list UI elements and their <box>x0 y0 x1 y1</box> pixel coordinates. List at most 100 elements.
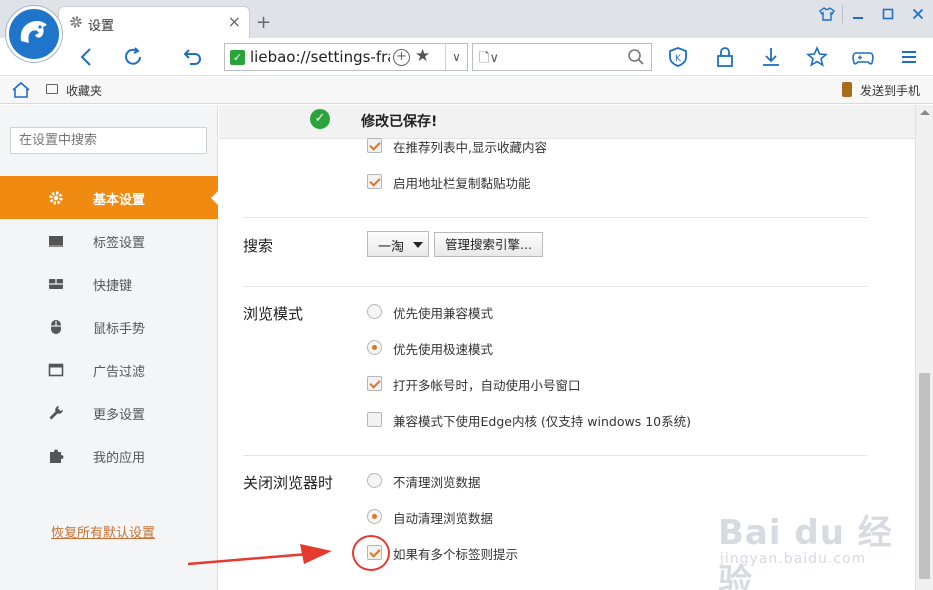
search-box[interactable]: 🗋∨ <box>472 43 652 71</box>
gear-icon <box>70 16 82 28</box>
new-tab-button[interactable]: + <box>256 12 271 33</box>
chevron-down-icon[interactable]: ∨ <box>445 44 467 70</box>
download-icon[interactable] <box>760 46 782 68</box>
sidebar-item-label: 广告过滤 <box>93 365 146 380</box>
radio-button[interactable] <box>367 340 382 355</box>
checkbox[interactable] <box>367 412 382 427</box>
menu-icon[interactable] <box>898 46 920 68</box>
sidebar-item-label: 标签设置 <box>93 236 146 251</box>
radio-button[interactable] <box>367 304 382 319</box>
tab-settings[interactable]: 设置 × <box>58 6 250 38</box>
sidebar-item-more-settings[interactable]: 更多设置 <box>0 391 218 434</box>
gear-icon <box>49 191 63 205</box>
add-icon[interactable]: + <box>393 49 410 66</box>
sidebar-item-shortcuts[interactable]: 快捷键 <box>0 262 218 305</box>
annotation-arrow-icon <box>187 544 332 566</box>
cheetah-logo-icon <box>20 21 47 43</box>
radio-button[interactable] <box>367 509 382 524</box>
home-icon[interactable] <box>11 81 31 99</box>
search-icon[interactable] <box>627 48 645 66</box>
back-icon[interactable] <box>76 46 98 68</box>
minimize-icon <box>853 17 863 19</box>
maximize-icon <box>882 8 894 20</box>
option-label: 优先使用极速模式 <box>393 342 494 357</box>
maximize-button[interactable] <box>873 0 903 28</box>
close-icon <box>912 8 924 20</box>
option-label: 如果有多个标签则提示 <box>393 547 519 562</box>
shirt-icon <box>819 7 835 21</box>
lock-icon[interactable] <box>714 46 736 68</box>
sidebar-item-ad-filter[interactable]: 广告过滤 <box>0 348 218 391</box>
refresh-icon[interactable] <box>122 46 144 68</box>
search-engine-select[interactable]: 一淘 <box>367 231 429 257</box>
section-title-on-close: 关闭浏览器时 <box>243 474 334 492</box>
divider <box>243 286 867 287</box>
favorite-star-icon[interactable] <box>806 46 828 68</box>
watermark-sub-text: jingyan.baidu.com <box>720 551 867 567</box>
send-to-phone-link[interactable]: 发送到手机 <box>860 82 920 99</box>
puzzle-icon <box>50 449 64 463</box>
settings-search-input[interactable] <box>10 127 207 154</box>
navigation-bar: ✓ liebao://settings-frame/ + ★ ∨ 🗋∨ K <box>0 38 933 76</box>
bookmarks-folder[interactable]: 收藏夹 <box>66 82 102 99</box>
folder-icon <box>46 84 58 94</box>
window-controls <box>812 0 933 30</box>
address-text[interactable]: liebao://settings-frame/ <box>250 48 390 66</box>
window-icon <box>48 363 64 377</box>
checkbox[interactable] <box>367 138 382 153</box>
reset-defaults-link[interactable]: 恢复所有默认设置 <box>51 522 155 541</box>
divider <box>243 455 867 456</box>
skin-button[interactable] <box>812 0 842 28</box>
tab-title: 设置 <box>88 19 115 34</box>
divider <box>243 217 867 218</box>
scrollbar-thumb[interactable] <box>919 373 930 579</box>
wrench-icon <box>49 406 63 420</box>
option-label: 兼容模式下使用Edge内核 (仅支持 windows 10系统) <box>393 414 691 429</box>
svg-text:K: K <box>675 54 682 64</box>
baidu-watermark: Bai du 经验 jingyan.baidu.com <box>718 505 918 590</box>
saved-notification: ✓ 修改已保存! <box>219 105 915 139</box>
address-bar[interactable]: ✓ liebao://settings-frame/ + ★ ∨ <box>224 43 468 71</box>
saved-message: 修改已保存! <box>361 114 438 130</box>
mouse-icon <box>51 320 61 334</box>
sidebar-item-my-apps[interactable]: 我的应用 <box>0 434 218 477</box>
sidebar-item-tabs[interactable]: 标签设置 <box>0 219 218 262</box>
close-window-button[interactable] <box>903 0 933 28</box>
annotation-circle <box>352 535 390 571</box>
sidebar-item-label: 更多设置 <box>93 408 146 423</box>
sidebar-item-mouse-gestures[interactable]: 鼠标手势 <box>0 305 218 348</box>
title-bar: 设置 × + <box>0 0 933 38</box>
minimize-button[interactable] <box>843 0 873 28</box>
search-engine-icon[interactable]: 🗋∨ <box>479 49 499 71</box>
phone-icon <box>842 82 852 97</box>
sidebar-item-label: 基本设置 <box>93 193 146 208</box>
secure-check-icon: ✓ <box>230 50 245 65</box>
manage-search-engines-button[interactable]: 管理搜索引擎... <box>434 232 543 257</box>
section-title-browse-mode: 浏览模式 <box>243 305 304 323</box>
option-label: 打开多帐号时，自动使用小号窗口 <box>393 378 581 393</box>
gamepad-icon[interactable] <box>852 46 874 68</box>
radio-button[interactable] <box>367 473 382 488</box>
undo-icon[interactable] <box>182 46 204 68</box>
bookmark-bar: 收藏夹 发送到手机 <box>0 77 933 104</box>
watermark-main-text: Bai du 经验 <box>718 513 893 590</box>
option-label: 启用地址栏复制黏贴功能 <box>393 176 531 191</box>
success-check-icon: ✓ <box>310 109 330 129</box>
sidebar-item-label: 快捷键 <box>93 279 133 294</box>
scroll-up-arrow-icon[interactable] <box>920 110 930 115</box>
option-label: 在推荐列表中,显示收藏内容 <box>393 140 547 155</box>
section-title-search: 搜索 <box>243 237 274 255</box>
checkbox[interactable] <box>367 174 382 189</box>
checkbox[interactable] <box>367 376 382 391</box>
option-label: 自动清理浏览数据 <box>393 511 494 526</box>
tab-icon <box>49 236 63 247</box>
liebao-logo[interactable] <box>6 6 62 62</box>
tab-close-button[interactable]: × <box>228 12 241 31</box>
sidebar-item-label: 我的应用 <box>93 451 146 466</box>
shield-icon[interactable]: K <box>667 46 689 68</box>
search-engine-value: 一淘 <box>378 240 405 255</box>
sidebar-item-basic[interactable]: 基本设置 <box>0 176 219 219</box>
option-label: 不清理浏览数据 <box>393 475 481 490</box>
option-label: 优先使用兼容模式 <box>393 306 494 321</box>
star-icon[interactable]: ★ <box>415 46 430 66</box>
